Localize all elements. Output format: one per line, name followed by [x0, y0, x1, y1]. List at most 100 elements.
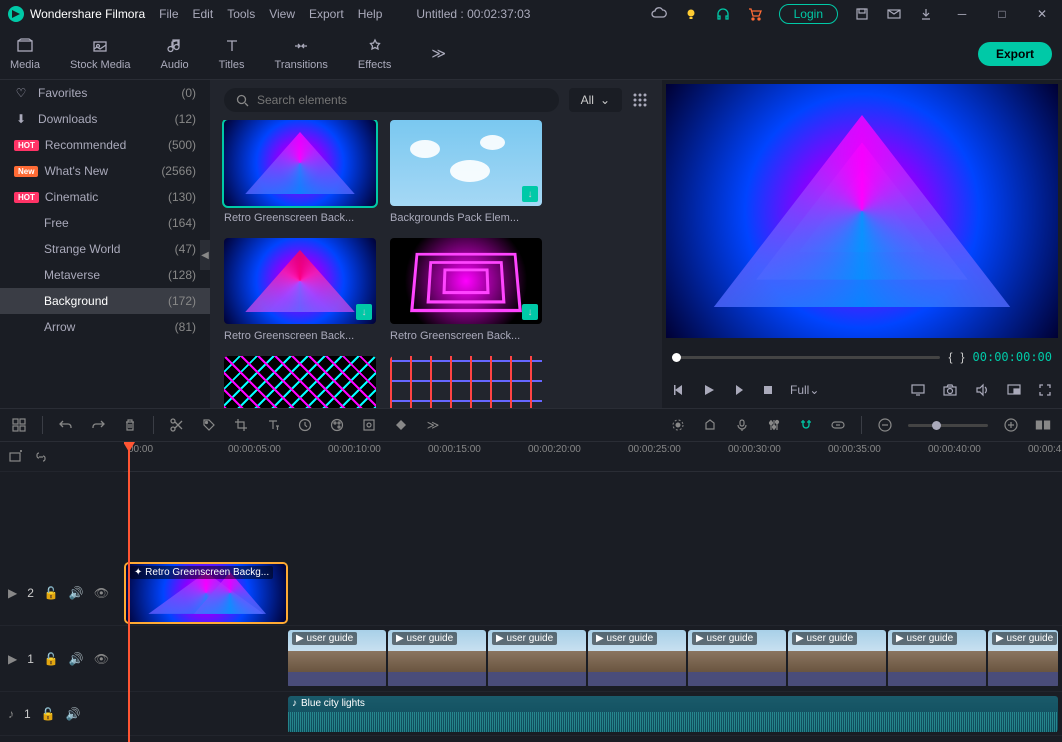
search-input[interactable]	[257, 93, 547, 107]
login-button[interactable]: Login	[779, 4, 838, 24]
maximize-button[interactable]: □	[990, 7, 1014, 21]
tag-icon[interactable]	[200, 416, 218, 434]
timeline-clip[interactable]: ▶ user guide	[488, 630, 586, 688]
cart-icon[interactable]	[747, 6, 763, 22]
text-icon[interactable]	[264, 416, 282, 434]
tab-stock-media[interactable]: Stock Media	[70, 37, 131, 71]
sidebar-sub-background[interactable]: Background (172)	[0, 288, 210, 314]
sidebar-item-favorites[interactable]: ♡ Favorites (0)	[0, 80, 210, 106]
lock-icon[interactable]: 🔓	[44, 586, 59, 600]
track-type-icon[interactable]: ▶	[8, 586, 17, 600]
zoom-out-icon[interactable]	[876, 416, 894, 434]
zoom-in-icon[interactable]	[1002, 416, 1020, 434]
next-frame-icon[interactable]	[732, 383, 746, 397]
speed-icon[interactable]	[296, 416, 314, 434]
sidebar-sub-free[interactable]: Free (164)	[0, 210, 210, 236]
sidebar-item-whats-new[interactable]: New What's New (2566)	[0, 158, 210, 184]
thumbnail-item[interactable]	[224, 356, 376, 408]
timeline-clip[interactable]: ▶ user guide	[688, 630, 786, 688]
pip-icon[interactable]	[1006, 382, 1022, 398]
thumbnail-item[interactable]: ↓ Retro Greenscreen Back...	[390, 238, 542, 342]
tabs-more-icon[interactable]: ≫	[431, 45, 446, 62]
keyframe-icon[interactable]	[392, 416, 410, 434]
sidebar-item-cinematic[interactable]: HOT Cinematic (130)	[0, 184, 210, 210]
lock-icon[interactable]: 🔓	[41, 707, 56, 721]
tab-media[interactable]: Media	[10, 37, 40, 71]
mail-icon[interactable]	[886, 6, 902, 22]
download-update-icon[interactable]	[918, 6, 934, 22]
cloud-icon[interactable]	[651, 6, 667, 22]
search-box[interactable]	[224, 88, 559, 112]
layout-icon[interactable]	[10, 416, 28, 434]
undo-icon[interactable]	[57, 416, 75, 434]
menu-file[interactable]: File	[159, 7, 178, 21]
mark-out-icon[interactable]: }	[961, 350, 965, 364]
display-icon[interactable]	[910, 382, 926, 398]
timeline-clip[interactable]: ▶ user guide	[288, 630, 386, 688]
link-icon[interactable]	[829, 416, 847, 434]
thumbnail-item[interactable]: ↓ Retro Greenscreen Back...	[224, 238, 376, 342]
snapshot-icon[interactable]	[942, 382, 958, 398]
voiceover-icon[interactable]	[733, 416, 751, 434]
tab-titles[interactable]: Titles	[219, 37, 245, 71]
close-button[interactable]: ✕	[1030, 7, 1054, 21]
timeline-clip[interactable]: ▶ user guide	[988, 630, 1058, 688]
thumbnail-item[interactable]: ↓ Backgrounds Pack Elem...	[390, 120, 542, 224]
menu-edit[interactable]: Edit	[193, 7, 214, 21]
chain-icon[interactable]	[34, 450, 48, 464]
track-audio1[interactable]: ♪ Blue city lights	[124, 692, 1062, 736]
fullscreen-icon[interactable]	[1038, 383, 1052, 397]
delete-icon[interactable]	[121, 416, 139, 434]
visibility-icon[interactable]: 👁	[94, 586, 109, 600]
timeline-clip[interactable]: ▶ user guide	[888, 630, 986, 688]
mute-icon[interactable]: 🔊	[66, 707, 81, 721]
preview-seek-bar[interactable]	[672, 356, 940, 359]
color-icon[interactable]	[328, 416, 346, 434]
greenscreen-icon[interactable]	[360, 416, 378, 434]
menu-export[interactable]: Export	[309, 7, 344, 21]
redo-icon[interactable]	[89, 416, 107, 434]
grid-view-icon[interactable]	[632, 92, 648, 108]
crop-icon[interactable]	[232, 416, 250, 434]
mute-icon[interactable]: 🔊	[69, 586, 84, 600]
timeline-clip[interactable]: ✦ Retro Greenscreen Backg...	[126, 564, 286, 622]
lightbulb-icon[interactable]	[683, 6, 699, 22]
playhead[interactable]	[128, 442, 130, 742]
preview-video[interactable]	[666, 84, 1058, 338]
marker-icon[interactable]	[701, 416, 719, 434]
audio-mixer-icon[interactable]	[765, 416, 783, 434]
timeline-clip[interactable]: ▶ user guide	[788, 630, 886, 688]
thumbnail-item[interactable]	[390, 356, 542, 408]
split-icon[interactable]	[168, 416, 186, 434]
add-track-icon[interactable]	[8, 449, 24, 465]
sidebar-item-recommended[interactable]: HOT Recommended (500)	[0, 132, 210, 158]
track-type-icon[interactable]: ♪	[8, 707, 14, 721]
more-tools-icon[interactable]: ≫	[424, 416, 442, 434]
sidebar-sub-strange-world[interactable]: Strange World (47)	[0, 236, 210, 262]
timeline-audio-clip[interactable]: ♪ Blue city lights	[288, 696, 1058, 732]
export-button[interactable]: Export	[978, 42, 1052, 66]
visibility-icon[interactable]: 👁	[94, 652, 109, 666]
menu-view[interactable]: View	[269, 7, 295, 21]
record-icon[interactable]	[669, 416, 687, 434]
filter-dropdown[interactable]: All ⌄	[569, 88, 622, 112]
minimize-button[interactable]: ─	[950, 7, 974, 21]
quality-dropdown[interactable]: Full ⌄	[790, 383, 819, 397]
menu-tools[interactable]: Tools	[227, 7, 255, 21]
track-video1[interactable]: ▶ user guide ▶ user guide ▶ user guide ▶…	[124, 626, 1062, 692]
tab-effects[interactable]: Effects	[358, 37, 391, 71]
mark-in-icon[interactable]: {	[948, 350, 952, 364]
play-icon[interactable]	[702, 383, 716, 397]
track-type-icon[interactable]: ▶	[8, 652, 17, 666]
lock-icon[interactable]: 🔓	[44, 652, 59, 666]
thumbnail-item[interactable]: Retro Greenscreen Back...	[224, 120, 376, 224]
tracks-area[interactable]: 00:00 00:00:05:00 00:00:10:00 00:00:15:0…	[124, 442, 1062, 742]
sidebar-sub-arrow[interactable]: Arrow (81)	[0, 314, 210, 340]
sidebar-item-downloads[interactable]: ⬇ Downloads (12)	[0, 106, 210, 132]
zoom-fit-icon[interactable]	[1034, 416, 1052, 434]
timeline-clip[interactable]: ▶ user guide	[388, 630, 486, 688]
tab-transitions[interactable]: Transitions	[275, 37, 328, 71]
timeline-ruler[interactable]: 00:00 00:00:05:00 00:00:10:00 00:00:15:0…	[124, 442, 1062, 472]
timeline-clip[interactable]: ▶ user guide	[588, 630, 686, 688]
stop-icon[interactable]	[762, 384, 774, 396]
